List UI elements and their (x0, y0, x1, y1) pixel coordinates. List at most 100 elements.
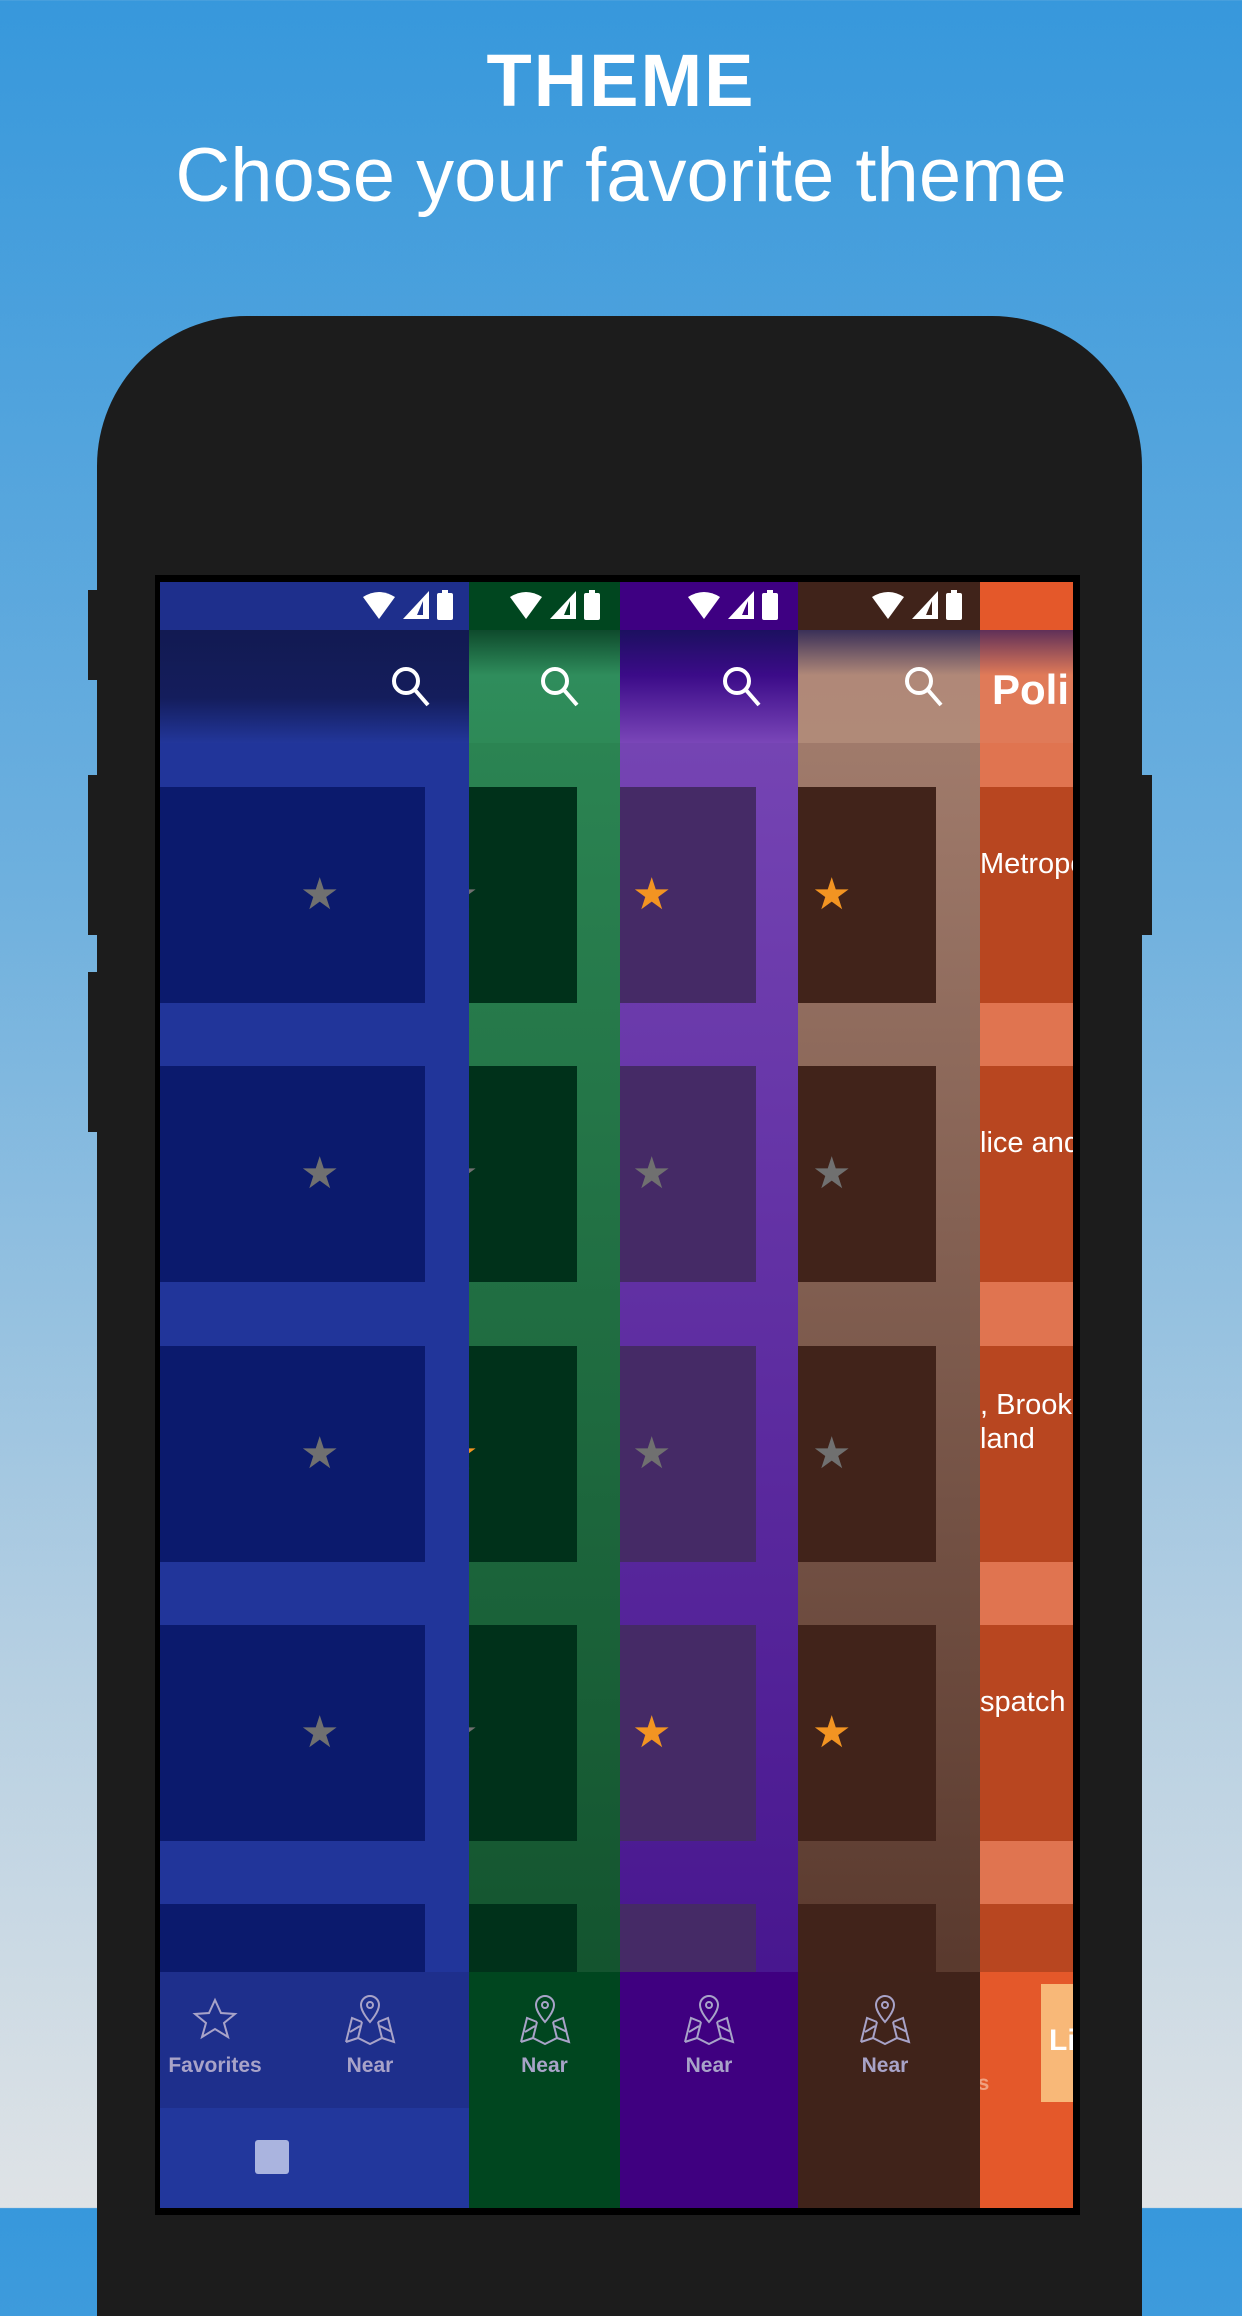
status-bar (469, 582, 620, 630)
list-card[interactable]: ★ (160, 787, 425, 1003)
theme-preview-orange[interactable]: Poli Metropo lice and , Brookl land spatch -… (980, 582, 1073, 2208)
list-card[interactable]: ★ (620, 787, 756, 1003)
star-icon[interactable]: ★ (469, 873, 478, 917)
nav-button[interactable]: Li (1041, 1984, 1073, 2102)
nav-near[interactable]: Near (485, 1992, 605, 2078)
nav-label: Near (346, 2054, 394, 2077)
status-bar (980, 582, 1073, 630)
nav-near[interactable]: Near (649, 1992, 769, 2078)
star-icon[interactable]: ★ (469, 1432, 478, 1476)
search-icon[interactable] (389, 664, 433, 708)
star-outline-icon (192, 1997, 238, 2040)
list-card[interactable]: ★ (160, 1625, 425, 1841)
star-icon[interactable]: ★ (469, 1152, 478, 1196)
list-card[interactable]: lice and (980, 1066, 1073, 1282)
list-card[interactable]: ★ (798, 1066, 936, 1282)
star-icon[interactable]: ★ (300, 1152, 339, 1196)
nav-near[interactable]: Near (825, 1992, 945, 2078)
theme-preview-blue[interactable]: ★ ★ ★ ★ Favorites Near (160, 582, 469, 2208)
wifi-icon (872, 592, 904, 619)
list-card[interactable]: spatch - (980, 1625, 1073, 1841)
status-bar (798, 582, 980, 630)
list-card[interactable]: ★ (160, 1346, 425, 1562)
nav-label: Near (685, 2054, 733, 2077)
toolbar (798, 630, 980, 743)
status-icons (872, 590, 962, 620)
search-icon[interactable] (902, 664, 946, 708)
toolbar (160, 630, 469, 743)
theme-preview-green[interactable]: ★ ★ ★ ★ Near (469, 582, 620, 2208)
status-icons (363, 590, 453, 620)
list-card[interactable]: ★ (160, 1066, 425, 1282)
status-icons (688, 590, 778, 620)
status-bar (160, 582, 469, 630)
battery-icon (437, 590, 453, 620)
page-title: THEME (486, 39, 756, 122)
signal-icon (912, 591, 938, 619)
phone-side-button (88, 972, 100, 1132)
system-nav-bar (620, 2108, 798, 2208)
list-card[interactable]: ★ (620, 1066, 756, 1282)
wifi-icon (363, 592, 395, 619)
list-card[interactable]: ★ (798, 787, 936, 1003)
star-icon[interactable]: ★ (469, 1711, 478, 1755)
star-icon[interactable]: ★ (300, 1711, 339, 1755)
wifi-icon (688, 592, 720, 619)
list-card[interactable]: ★ (469, 1346, 577, 1562)
star-icon[interactable]: ★ (812, 1432, 851, 1476)
list-card[interactable]: ★ (620, 1346, 756, 1562)
nav-label: Favorites (168, 2054, 262, 2077)
wifi-icon (510, 592, 542, 619)
star-icon[interactable]: ★ (632, 1432, 671, 1476)
phone-side-button (1140, 775, 1152, 935)
star-icon[interactable]: ★ (812, 873, 851, 917)
list-card[interactable]: ★ (469, 787, 577, 1003)
star-icon[interactable]: ★ (812, 1152, 851, 1196)
list-card[interactable]: ★ (469, 1625, 577, 1841)
list-card[interactable]: ★ (798, 1346, 936, 1562)
star-icon[interactable]: ★ (300, 1432, 339, 1476)
battery-icon (762, 590, 778, 620)
nav-favorites[interactable]: Favorites (160, 1992, 275, 2078)
nav-near[interactable]: Near (310, 1992, 430, 2078)
map-pin-icon (519, 1994, 570, 2046)
search-icon[interactable] (538, 664, 582, 708)
list-card[interactable]: ★ (798, 1625, 936, 1841)
list-card[interactable] (160, 1904, 425, 1972)
toolbar (469, 630, 620, 743)
system-nav-bar (980, 2108, 1073, 2208)
phone-side-button (88, 590, 100, 680)
home-square-icon[interactable] (255, 2140, 289, 2174)
theme-preview-brown[interactable]: ★ ★ ★ ★ Near (798, 582, 980, 2208)
battery-icon (946, 590, 962, 620)
page-subtitle: Chose your favorite theme (175, 133, 1067, 218)
list-card[interactable]: , Brookl land (980, 1346, 1073, 1562)
list-card[interactable]: ★ (620, 1625, 756, 1841)
list-card[interactable] (469, 1904, 577, 1972)
status-bar (620, 582, 798, 630)
system-nav-bar (469, 2108, 620, 2208)
list-card[interactable]: Metropo (980, 787, 1073, 1003)
status-icons (510, 590, 600, 620)
star-icon[interactable]: ★ (632, 1711, 671, 1755)
card-title: lice and (980, 1127, 1073, 1159)
nav-label-partial: es (980, 2072, 990, 2095)
toolbar (620, 630, 798, 743)
signal-icon (728, 591, 754, 619)
phone-side-button (88, 775, 100, 935)
star-icon[interactable]: ★ (632, 1152, 671, 1196)
bottom-nav: Near (469, 1972, 620, 2108)
list-card[interactable]: ★ (469, 1066, 577, 1282)
map-pin-icon (684, 1994, 735, 2046)
nav-label: Near (521, 2054, 568, 2077)
star-icon[interactable]: ★ (812, 1711, 851, 1755)
search-icon[interactable] (720, 664, 764, 708)
list-card[interactable] (798, 1904, 936, 1972)
signal-icon (403, 591, 429, 619)
star-icon[interactable]: ★ (632, 873, 671, 917)
list-card[interactable] (980, 1904, 1073, 1972)
theme-preview-purple[interactable]: ★ ★ ★ ★ Near (620, 582, 798, 2208)
list-card[interactable] (620, 1904, 756, 1972)
bottom-nav: Near (620, 1972, 798, 2108)
star-icon[interactable]: ★ (300, 873, 339, 917)
